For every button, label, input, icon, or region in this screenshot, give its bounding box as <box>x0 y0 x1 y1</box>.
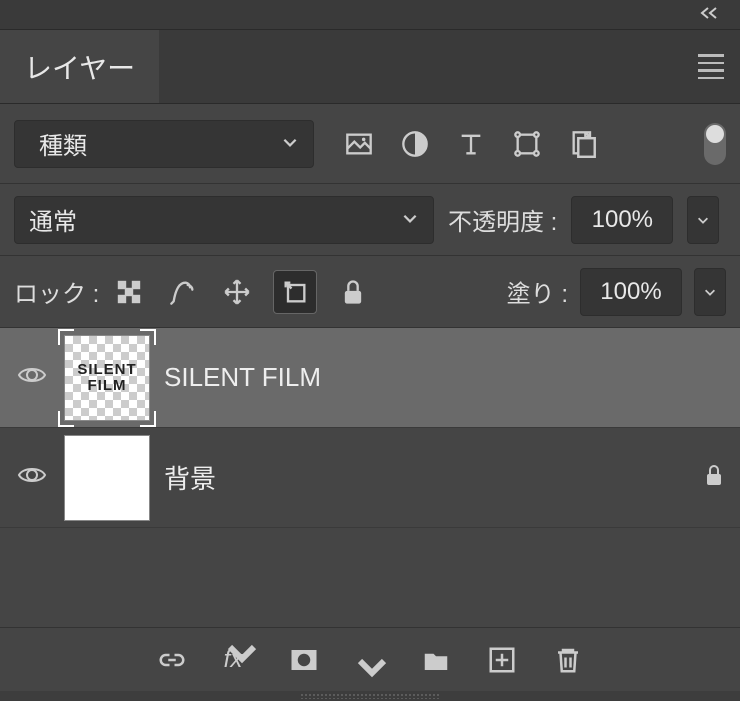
layer-name[interactable]: 背景 <box>164 459 216 496</box>
fill-value[interactable]: 100% <box>580 268 682 316</box>
layer-row[interactable]: 背景 <box>0 428 740 528</box>
layers-panel: レイヤー 種類 <box>0 0 740 701</box>
filter-toggle[interactable] <box>704 123 726 165</box>
eye-icon <box>17 360 47 395</box>
panel-menu-button[interactable] <box>682 30 740 103</box>
filter-kind-dropdown[interactable]: 種類 <box>14 120 314 168</box>
blend-mode-label: 通常 <box>29 202 77 237</box>
filter-smart-object-icon[interactable] <box>568 129 598 159</box>
tab-layers[interactable]: レイヤー <box>0 30 159 103</box>
group-layers-icon[interactable] <box>421 645 451 675</box>
chevron-down-icon <box>281 130 299 158</box>
layer-name[interactable]: SILENT FILM <box>164 362 321 393</box>
opacity-label: 不透明度 : <box>448 202 557 237</box>
delete-layer-icon[interactable] <box>553 645 583 675</box>
lock-artboard-icon[interactable] <box>273 270 317 314</box>
fill-label: 塗り : <box>507 274 568 309</box>
panel-topbar <box>0 0 740 30</box>
visibility-toggle[interactable] <box>14 460 50 495</box>
lock-icon[interactable] <box>702 463 726 492</box>
layer-thumbnail[interactable] <box>64 435 150 521</box>
chevron-down-icon <box>401 206 419 234</box>
filter-shape-layer-icon[interactable] <box>512 129 542 159</box>
filter-icon-strip <box>344 129 598 159</box>
layer-thumbnail[interactable]: SILENT FILM <box>64 335 150 421</box>
eye-icon <box>17 460 47 495</box>
visibility-toggle[interactable] <box>14 360 50 395</box>
opacity-popup-button[interactable] <box>687 196 719 244</box>
layer-mask-icon[interactable] <box>289 645 319 675</box>
toggle-knob <box>706 125 724 143</box>
filter-row: 種類 <box>0 104 740 184</box>
menu-icon <box>698 54 724 79</box>
filter-adjustment-layer-icon[interactable] <box>400 129 430 159</box>
lock-row: ロック : 塗り : 100% <box>0 256 740 328</box>
bottom-toolbar: fx <box>0 627 740 691</box>
thumbnail-preview-text: SILENT FILM <box>65 336 149 420</box>
lock-image-icon[interactable] <box>165 274 201 310</box>
filter-type-layer-icon[interactable] <box>456 129 486 159</box>
blend-mode-dropdown[interactable]: 通常 <box>14 196 434 244</box>
lock-all-icon[interactable] <box>335 274 371 310</box>
layer-list: SILENT FILM SILENT FILM 背景 <box>0 328 740 627</box>
filter-kind-label: 種類 <box>39 126 87 161</box>
adjustment-layer-icon[interactable] <box>355 645 385 675</box>
collapse-icon[interactable] <box>700 4 728 25</box>
link-layers-icon[interactable] <box>157 645 187 675</box>
lock-position-icon[interactable] <box>219 274 255 310</box>
lock-label: ロック : <box>14 274 99 309</box>
tab-label: レイヤー <box>24 47 135 87</box>
filter-pixel-layer-icon[interactable] <box>344 129 374 159</box>
lock-icons <box>111 270 371 314</box>
layer-row[interactable]: SILENT FILM SILENT FILM <box>0 328 740 428</box>
fill-popup-button[interactable] <box>694 268 726 316</box>
new-layer-icon[interactable] <box>487 645 517 675</box>
lock-transparency-icon[interactable] <box>111 274 147 310</box>
resize-grip[interactable] <box>0 691 740 701</box>
tab-bar: レイヤー <box>0 30 740 104</box>
blend-row: 通常 不透明度 : 100% <box>0 184 740 256</box>
opacity-value[interactable]: 100% <box>571 196 673 244</box>
layer-style-icon[interactable]: fx <box>223 645 253 675</box>
